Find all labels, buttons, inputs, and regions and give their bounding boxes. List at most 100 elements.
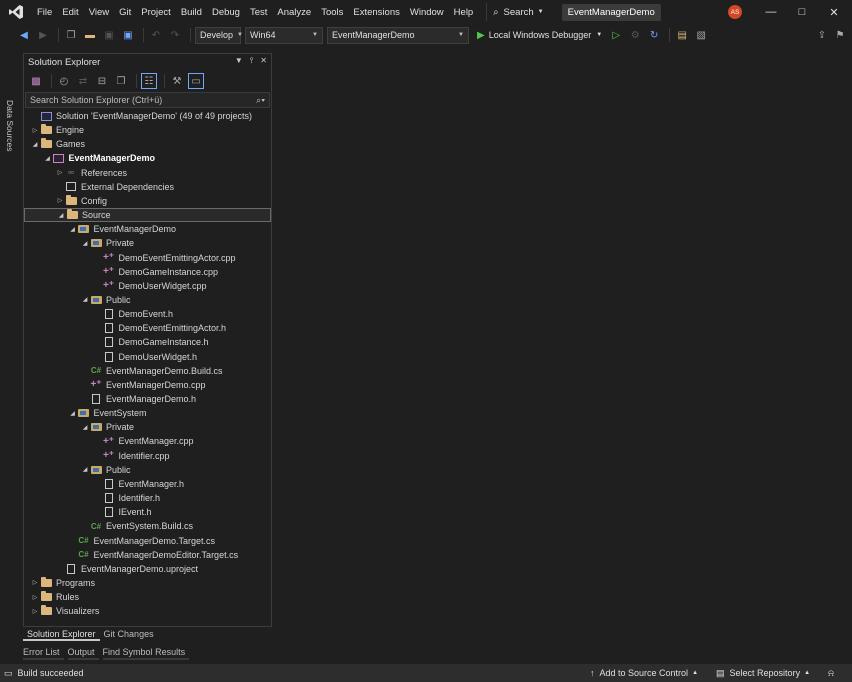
tree-item[interactable]: ◢ Public <box>24 463 271 477</box>
close-icon[interactable]: ✕ <box>260 56 267 66</box>
save-icon[interactable]: ▣ <box>101 27 117 43</box>
tree-item[interactable]: EventManagerDemo.h <box>24 392 271 406</box>
expand-arrow-icon[interactable]: ▷ <box>30 594 40 601</box>
save-all-icon[interactable]: ▣ <box>120 27 136 43</box>
tree-item[interactable]: ◢ Games <box>24 137 271 151</box>
collapse-arrow-icon[interactable]: ◢ <box>80 240 90 247</box>
add-to-source-control-button[interactable]: ↑ Add to Source Control ▲ <box>590 668 698 678</box>
tree-item[interactable]: ◢ EventSystem <box>24 406 271 420</box>
tree-item[interactable]: External Dependencies <box>24 180 271 194</box>
tree-item[interactable]: +⁺ DemoEventEmittingActor.cpp <box>24 251 271 265</box>
tab-git-changes[interactable]: Git Changes <box>100 627 158 641</box>
tree-item[interactable]: ▷ ▫▫ References <box>24 166 271 180</box>
tree-item[interactable]: EventManager.h <box>24 477 271 491</box>
feedback-icon[interactable]: ⚑ <box>832 27 848 43</box>
start-debugging-button[interactable]: ▶ Local Windows Debugger ▼ <box>477 30 602 41</box>
tab-output[interactable]: Output <box>67 646 99 660</box>
expand-arrow-icon[interactable]: ▷ <box>30 579 40 586</box>
data-sources-tab[interactable]: Data Sources <box>5 100 15 152</box>
tree-item[interactable]: ▷ Visualizers <box>24 604 271 618</box>
collapse-arrow-icon[interactable]: ◢ <box>80 466 90 473</box>
tree-item[interactable]: ◢ Private <box>24 420 271 434</box>
tree-item[interactable]: DemoGameInstance.h <box>24 335 271 349</box>
menu-item-git[interactable]: Git <box>114 0 136 24</box>
notifications-icon[interactable]: ⍾ <box>828 668 834 679</box>
tree-item[interactable]: C# EventManagerDemo.Target.cs <box>24 534 271 548</box>
expand-arrow-icon[interactable]: ▷ <box>30 127 40 134</box>
collapse-arrow-icon[interactable]: ◢ <box>30 141 40 148</box>
start-without-debugging-icon[interactable]: ▷ <box>608 27 624 43</box>
menu-item-window[interactable]: Window <box>405 0 449 24</box>
window-position-icon[interactable]: ▼ <box>235 56 243 66</box>
configuration-select[interactable]: Develop ▼ <box>195 26 243 44</box>
tree-item[interactable]: DemoEvent.h <box>24 307 271 321</box>
tab-solution-explorer[interactable]: Solution Explorer <box>23 627 100 641</box>
tree-item[interactable]: Solution 'EventManagerDemo' (49 of 49 pr… <box>24 109 271 123</box>
tree-item[interactable]: DemoEventEmittingActor.h <box>24 321 271 335</box>
menu-item-help[interactable]: Help <box>449 0 479 24</box>
collapse-arrow-icon[interactable]: ◢ <box>80 296 90 303</box>
layout-icon[interactable]: ▧ <box>693 27 709 43</box>
tree-item[interactable]: +⁺ DemoGameInstance.cpp <box>24 265 271 279</box>
tab-find-symbol-results[interactable]: Find Symbol Results <box>102 646 190 660</box>
collapse-arrow-icon[interactable]: ◢ <box>68 410 78 417</box>
pending-changes-icon[interactable]: ◴ <box>56 73 72 89</box>
tree-item[interactable]: C# EventManagerDemoEditor.Target.cs <box>24 548 271 562</box>
new-project-icon[interactable]: ❐ <box>63 27 79 43</box>
tree-item[interactable]: ◢ Source <box>24 208 271 223</box>
menu-item-extensions[interactable]: Extensions <box>348 0 404 24</box>
expand-arrow-icon[interactable]: ▷ <box>55 169 65 176</box>
menu-item-tools[interactable]: Tools <box>316 0 348 24</box>
browse-folder-icon[interactable]: ▤ <box>674 27 690 43</box>
preview-selected-icon[interactable]: ▭ <box>188 73 204 89</box>
collapse-arrow-icon[interactable]: ◢ <box>68 226 78 233</box>
visual-studio-logo-icon[interactable] <box>0 0 32 24</box>
tree-item[interactable]: ▷ Programs <box>24 576 271 590</box>
switch-views-icon[interactable]: ▩ <box>28 73 44 89</box>
avatar[interactable]: AS <box>728 5 742 19</box>
tree-item[interactable]: +⁺ DemoUserWidget.cpp <box>24 279 271 293</box>
menu-item-analyze[interactable]: Analyze <box>272 0 316 24</box>
menu-item-debug[interactable]: Debug <box>207 0 245 24</box>
startup-project-select[interactable]: EventManagerDemo ▼ <box>327 26 469 44</box>
maximize-icon[interactable]: □ <box>786 0 818 24</box>
solution-search-input[interactable]: Search Solution Explorer (Ctrl+ü) ⌕▾ <box>25 92 270 108</box>
tree-item[interactable]: ◢ EventManagerDemo <box>24 151 271 165</box>
tree-item[interactable]: C# EventManagerDemo.Build.cs <box>24 364 271 378</box>
expand-arrow-icon[interactable]: ▷ <box>30 608 40 615</box>
tree-item[interactable]: ▷ Rules <box>24 590 271 604</box>
share-icon[interactable]: ⇪ <box>814 27 830 43</box>
close-icon[interactable]: ✕ <box>818 0 850 24</box>
collapse-arrow-icon[interactable]: ◢ <box>80 424 90 431</box>
collapse-arrow-icon[interactable]: ◢ <box>43 155 53 162</box>
tree-item[interactable]: +⁺ EventManagerDemo.cpp <box>24 378 271 392</box>
attach-icon[interactable]: ⚙ <box>627 27 643 43</box>
tree-item[interactable]: +⁺ EventManager.cpp <box>24 434 271 448</box>
tree-item[interactable]: C# EventSystem.Build.cs <box>24 519 271 533</box>
search-box[interactable]: ⌕ Search ▼ <box>486 3 549 21</box>
tree-item[interactable]: DemoUserWidget.h <box>24 350 271 364</box>
pin-icon[interactable]: ⫯ <box>250 56 253 66</box>
tree-item[interactable]: ▷ Config <box>24 194 271 208</box>
expand-arrow-icon[interactable]: ▷ <box>55 197 65 204</box>
tree-item[interactable]: Identifier.h <box>24 491 271 505</box>
menu-item-file[interactable]: File <box>32 0 57 24</box>
sync-icon[interactable]: ⇄ <box>75 73 91 89</box>
menu-item-project[interactable]: Project <box>136 0 176 24</box>
back-icon[interactable]: ◀ <box>16 27 32 43</box>
menu-item-build[interactable]: Build <box>176 0 207 24</box>
collapse-all-icon[interactable]: ⊟ <box>94 73 110 89</box>
show-all-files-icon[interactable]: ❐ <box>113 73 129 89</box>
tree-item[interactable]: ▷ Engine <box>24 123 271 137</box>
redo-icon[interactable]: ↷ <box>167 27 183 43</box>
tree-item[interactable]: ◢ Private <box>24 236 271 250</box>
menu-item-test[interactable]: Test <box>245 0 272 24</box>
platform-select[interactable]: Win64 ▼ <box>245 26 323 44</box>
open-folder-icon[interactable]: ▬ <box>82 27 98 43</box>
tree-item[interactable]: EventManagerDemo.uproject <box>24 562 271 576</box>
forward-icon[interactable]: ▶ <box>35 27 51 43</box>
menu-item-view[interactable]: View <box>84 0 114 24</box>
tree-item[interactable]: +⁺ Identifier.cpp <box>24 449 271 463</box>
menu-item-edit[interactable]: Edit <box>57 0 83 24</box>
refresh-icon[interactable]: ↻ <box>646 27 662 43</box>
